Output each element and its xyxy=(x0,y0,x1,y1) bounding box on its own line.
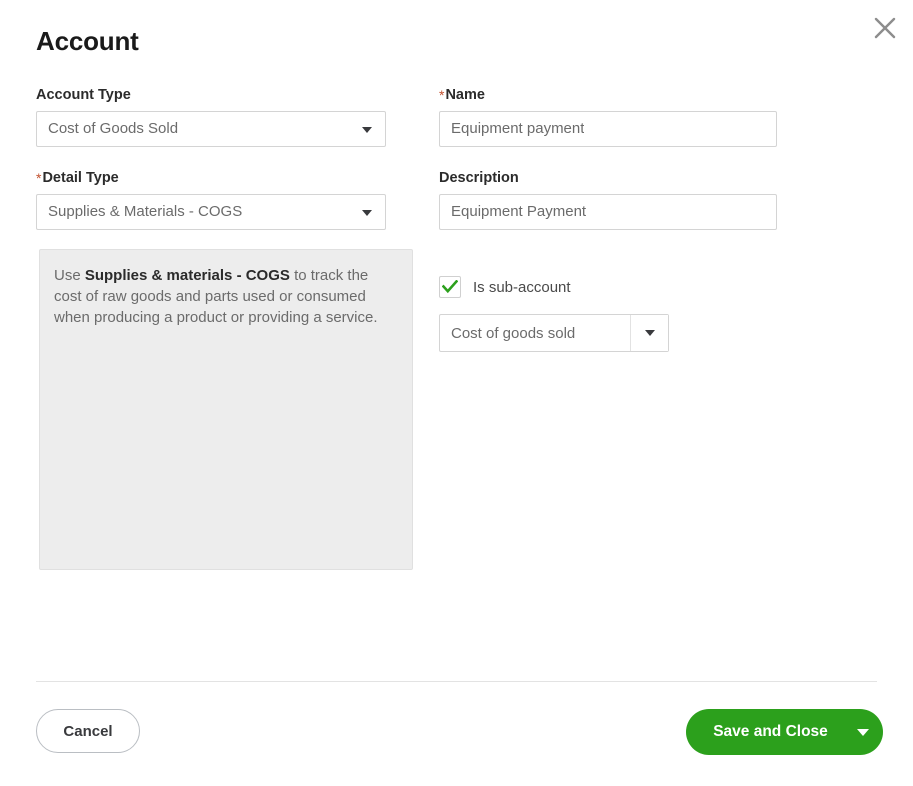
name-label: *Name xyxy=(439,86,777,104)
footer-divider xyxy=(36,681,877,682)
chevron-down-icon xyxy=(857,729,869,736)
is-sub-account-checkbox[interactable] xyxy=(439,276,461,298)
detail-type-value: Supplies & Materials - COGS xyxy=(37,203,242,221)
detail-type-label: *Detail Type xyxy=(36,169,386,187)
required-asterisk: * xyxy=(439,87,444,103)
modal-footer: Cancel Save and Close xyxy=(36,709,883,755)
parent-account-select[interactable]: Cost of goods sold xyxy=(439,314,669,352)
account-type-select[interactable]: Cost of Goods Sold xyxy=(36,111,386,147)
required-asterisk: * xyxy=(36,170,41,186)
info-panel-text: Use Supplies & materials - COGS to track… xyxy=(54,265,396,328)
description-value: Equipment Payment xyxy=(440,203,586,221)
is-sub-account-label: Is sub-account xyxy=(473,279,571,296)
info-text-before: Use xyxy=(54,267,85,284)
detail-type-select[interactable]: Supplies & Materials - COGS xyxy=(36,194,386,230)
detail-type-label-text: Detail Type xyxy=(42,170,118,186)
field-account-type: Account Type Cost of Goods Sold xyxy=(36,86,386,147)
description-label: Description xyxy=(439,169,777,187)
cancel-button[interactable]: Cancel xyxy=(36,709,140,753)
close-icon-glyph xyxy=(872,15,898,41)
account-modal: Account Account Type Cost of Goods Sold … xyxy=(0,0,913,786)
check-icon xyxy=(442,280,458,294)
chevron-down-icon xyxy=(362,127,372,133)
parent-account-dropdown-button[interactable] xyxy=(630,315,668,351)
description-input[interactable]: Equipment Payment xyxy=(439,194,777,230)
chevron-down-icon xyxy=(645,330,655,336)
name-value: Equipment payment xyxy=(440,120,584,138)
field-name: *Name Equipment payment xyxy=(439,86,777,147)
account-type-label: Account Type xyxy=(36,86,386,104)
info-text-emphasis: Supplies & materials - COGS xyxy=(85,267,290,284)
page-title: Account xyxy=(36,26,139,57)
form-right-column: *Name Equipment payment Description Equi… xyxy=(439,86,777,253)
parent-account-value: Cost of goods sold xyxy=(440,315,630,351)
form-left-column: Account Type Cost of Goods Sold *Detail … xyxy=(36,86,386,253)
close-icon[interactable] xyxy=(865,8,905,48)
save-and-close-label: Save and Close xyxy=(686,723,843,741)
field-description: Description Equipment Payment xyxy=(439,169,777,230)
account-type-value: Cost of Goods Sold xyxy=(37,120,178,138)
name-input[interactable]: Equipment payment xyxy=(439,111,777,147)
save-dropdown-button[interactable] xyxy=(843,729,883,736)
chevron-down-icon xyxy=(362,210,372,216)
save-and-close-button[interactable]: Save and Close xyxy=(686,709,883,755)
name-label-text: Name xyxy=(445,87,485,103)
is-sub-account-row[interactable]: Is sub-account xyxy=(439,276,571,298)
field-detail-type: *Detail Type Supplies & Materials - COGS xyxy=(36,169,386,230)
detail-type-info-panel: Use Supplies & materials - COGS to track… xyxy=(39,249,413,570)
